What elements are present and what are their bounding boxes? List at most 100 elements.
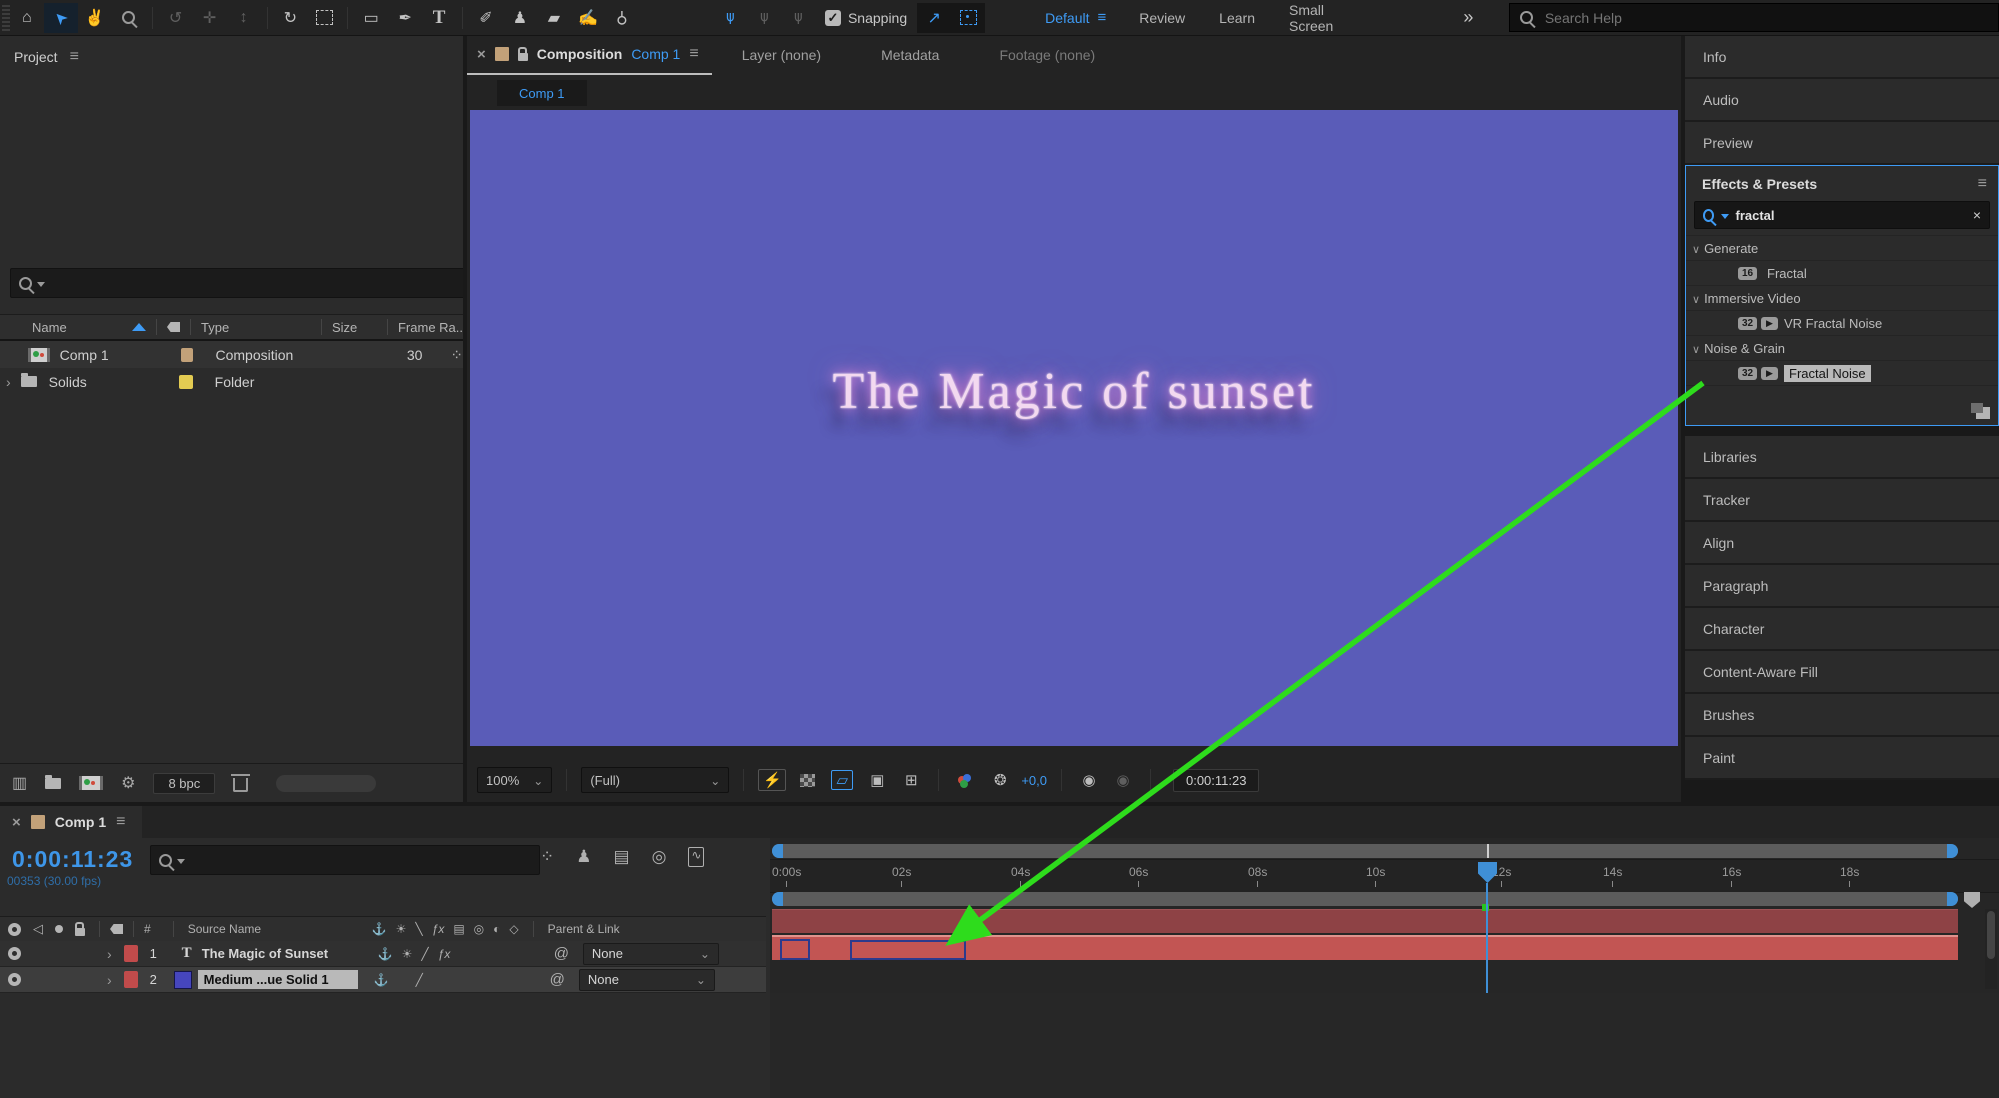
toolbar-grip[interactable] [2,5,10,31]
graph-editor-icon[interactable]: ∿ [688,847,704,867]
home-icon[interactable]: ⌂ [10,3,44,33]
layer-visibility-icon[interactable] [8,973,21,986]
roto-brush-tool-icon[interactable]: ✍ [571,3,605,33]
magnification-dropdown[interactable]: 100% [477,767,552,793]
effects-group-noise-grain[interactable]: Noise & Grain [1686,335,1998,360]
draft-3d-icon[interactable]: ♟ [576,847,591,867]
column-number[interactable]: # [144,922,151,936]
effects-presets-menu-icon[interactable]: ≡ [1978,175,1986,193]
render-engine-icon[interactable]: ⚙ [121,773,135,793]
tab-layer[interactable]: Layer (none) [712,47,851,63]
panel-align[interactable]: Align [1685,522,1999,565]
panel-divider[interactable] [1681,36,1685,802]
current-timecode[interactable]: 0:00:11:23 [12,846,133,873]
panel-audio[interactable]: Audio [1685,79,1999,122]
panel-preview[interactable]: Preview [1685,122,1999,165]
motion-blur-icon[interactable]: ◎ [652,847,667,867]
layer-row-1[interactable]: 1 T The Magic of Sunset ⚓ ☀ ╱ ƒx @ None [0,941,766,967]
column-type[interactable]: Type [201,320,321,335]
pan-camera-tool-icon[interactable]: ✛ [193,3,227,33]
type-tool-icon[interactable]: T [422,3,456,33]
viewer-timecode[interactable]: 0:00:11:23 [1173,769,1259,792]
effects-item-vr-fractal-noise[interactable]: 32 VR Fractal Noise [1686,310,1998,335]
tab-footage[interactable]: Footage (none) [969,47,1125,63]
tab-composition[interactable]: × Composition Comp 1 ≡ [467,35,712,75]
new-panel-icon[interactable] [1976,407,1990,419]
help-search-input[interactable] [1543,9,1988,27]
effects-group-immersive-video[interactable]: Immersive Video [1686,285,1998,310]
time-navigator-bar[interactable] [772,844,1958,858]
close-icon[interactable]: × [477,46,486,63]
timeline-panel-menu-icon[interactable]: ≡ [116,813,124,831]
parent-pick-whip-icon[interactable]: @ [554,945,569,962]
interpret-footage-icon[interactable]: ▥ [12,773,27,793]
layer-visibility-icon[interactable] [8,947,21,960]
layer-name[interactable]: The Magic of Sunset [202,946,362,961]
selection-tool-icon[interactable]: ➤ [44,3,78,33]
search-options-icon[interactable] [34,276,45,291]
comp-marker-bin-icon[interactable] [1964,892,1980,908]
grid-guides-icon[interactable]: ⊞ [898,768,924,792]
pen-tool-icon[interactable]: ✒ [388,3,422,33]
layer-bar-2[interactable] [772,935,1958,960]
channel-view-icon[interactable] [953,768,979,792]
work-area-start-handle[interactable] [772,892,783,906]
playhead-line[interactable] [1486,883,1488,993]
solo-column-icon[interactable] [55,925,63,933]
expander-icon[interactable] [107,972,112,988]
dolly-camera-tool-icon[interactable]: ↕ [227,3,261,33]
work-area-bar[interactable] [772,892,1958,906]
exposure-value[interactable]: +0,0 [1021,773,1047,788]
panel-character[interactable]: Character [1685,608,1999,651]
panel-paint[interactable]: Paint [1685,737,1999,780]
reset-exposure-icon[interactable]: ❂ [987,768,1013,792]
viewer-panel-menu-icon[interactable]: ≡ [689,45,697,63]
mask-visibility-icon[interactable]: ▣ [864,768,890,792]
workspace-menu-icon[interactable]: ≡ [1098,9,1106,26]
rectangle-tool-icon[interactable]: ▭ [354,3,388,33]
orbit-camera-tool-icon[interactable]: ↺ [159,3,193,33]
layer-bar-1[interactable] [772,909,1958,933]
workspace-review[interactable]: Review [1139,10,1185,26]
panel-info[interactable]: Info [1685,36,1999,79]
parent-pick-whip-icon[interactable]: @ [550,971,565,988]
layer-switches[interactable]: ⚓ ☀ ╱ ƒx [378,947,528,961]
layer-name[interactable]: Medium ...ue Solid 1 [198,970,358,989]
effects-presets-header[interactable]: Effects & Presets ≡ [1686,166,1998,199]
effects-item-fractal-noise[interactable]: 32 Fractal Noise [1686,360,1998,385]
local-axis-mode-icon[interactable]: ⋔ [713,3,747,33]
search-options-icon[interactable] [1718,208,1729,223]
timeline-search-box[interactable] [150,845,540,875]
eraser-tool-icon[interactable]: ▰ [537,3,571,33]
project-row-solids[interactable]: Solids Folder [0,368,463,395]
video-column-icon[interactable] [8,923,21,936]
hand-tool-icon[interactable]: ✌ [78,3,112,33]
new-folder-icon[interactable] [45,778,61,789]
effects-group-generate[interactable]: Generate [1686,235,1998,260]
layer-switches[interactable]: ⚓ ╱ [374,973,524,987]
parent-dropdown[interactable]: None [583,943,719,965]
panel-divider[interactable] [463,36,467,802]
bpc-button[interactable]: 8 bpc [153,773,215,794]
flowchart-icon[interactable]: ⁘ [450,346,463,364]
layer-label-swatch[interactable] [124,945,138,962]
composition-canvas[interactable]: The Magic of sunset [470,110,1678,746]
comp-mini-flowchart-icon[interactable]: ⁘ [540,847,554,867]
snapping-checkbox[interactable]: ✓ [825,10,841,26]
work-area-end-handle[interactable] [1947,892,1958,906]
workspace-default[interactable]: Default ≡ [1045,9,1105,26]
timeline-vertical-scrollbar[interactable] [1985,909,1997,989]
project-panel-menu-icon[interactable]: ≡ [70,48,78,66]
navigator-start-handle[interactable] [772,844,783,858]
effects-search-input[interactable] [1733,207,1968,224]
workspace-learn[interactable]: Learn [1219,10,1255,26]
label-column-icon[interactable] [110,924,123,934]
label-swatch-tan[interactable] [181,348,193,362]
frame-blending-icon[interactable]: ▤ [614,847,630,867]
timeline-tab-comp1[interactable]: × Comp 1 ≡ [0,806,142,838]
zoom-tool-icon[interactable] [112,3,146,33]
fast-preview-icon[interactable]: ⚡ [758,769,786,791]
resolution-dropdown[interactable]: (Full) [581,767,729,793]
delete-icon[interactable] [233,778,248,792]
panel-libraries[interactable]: Libraries [1685,436,1999,479]
